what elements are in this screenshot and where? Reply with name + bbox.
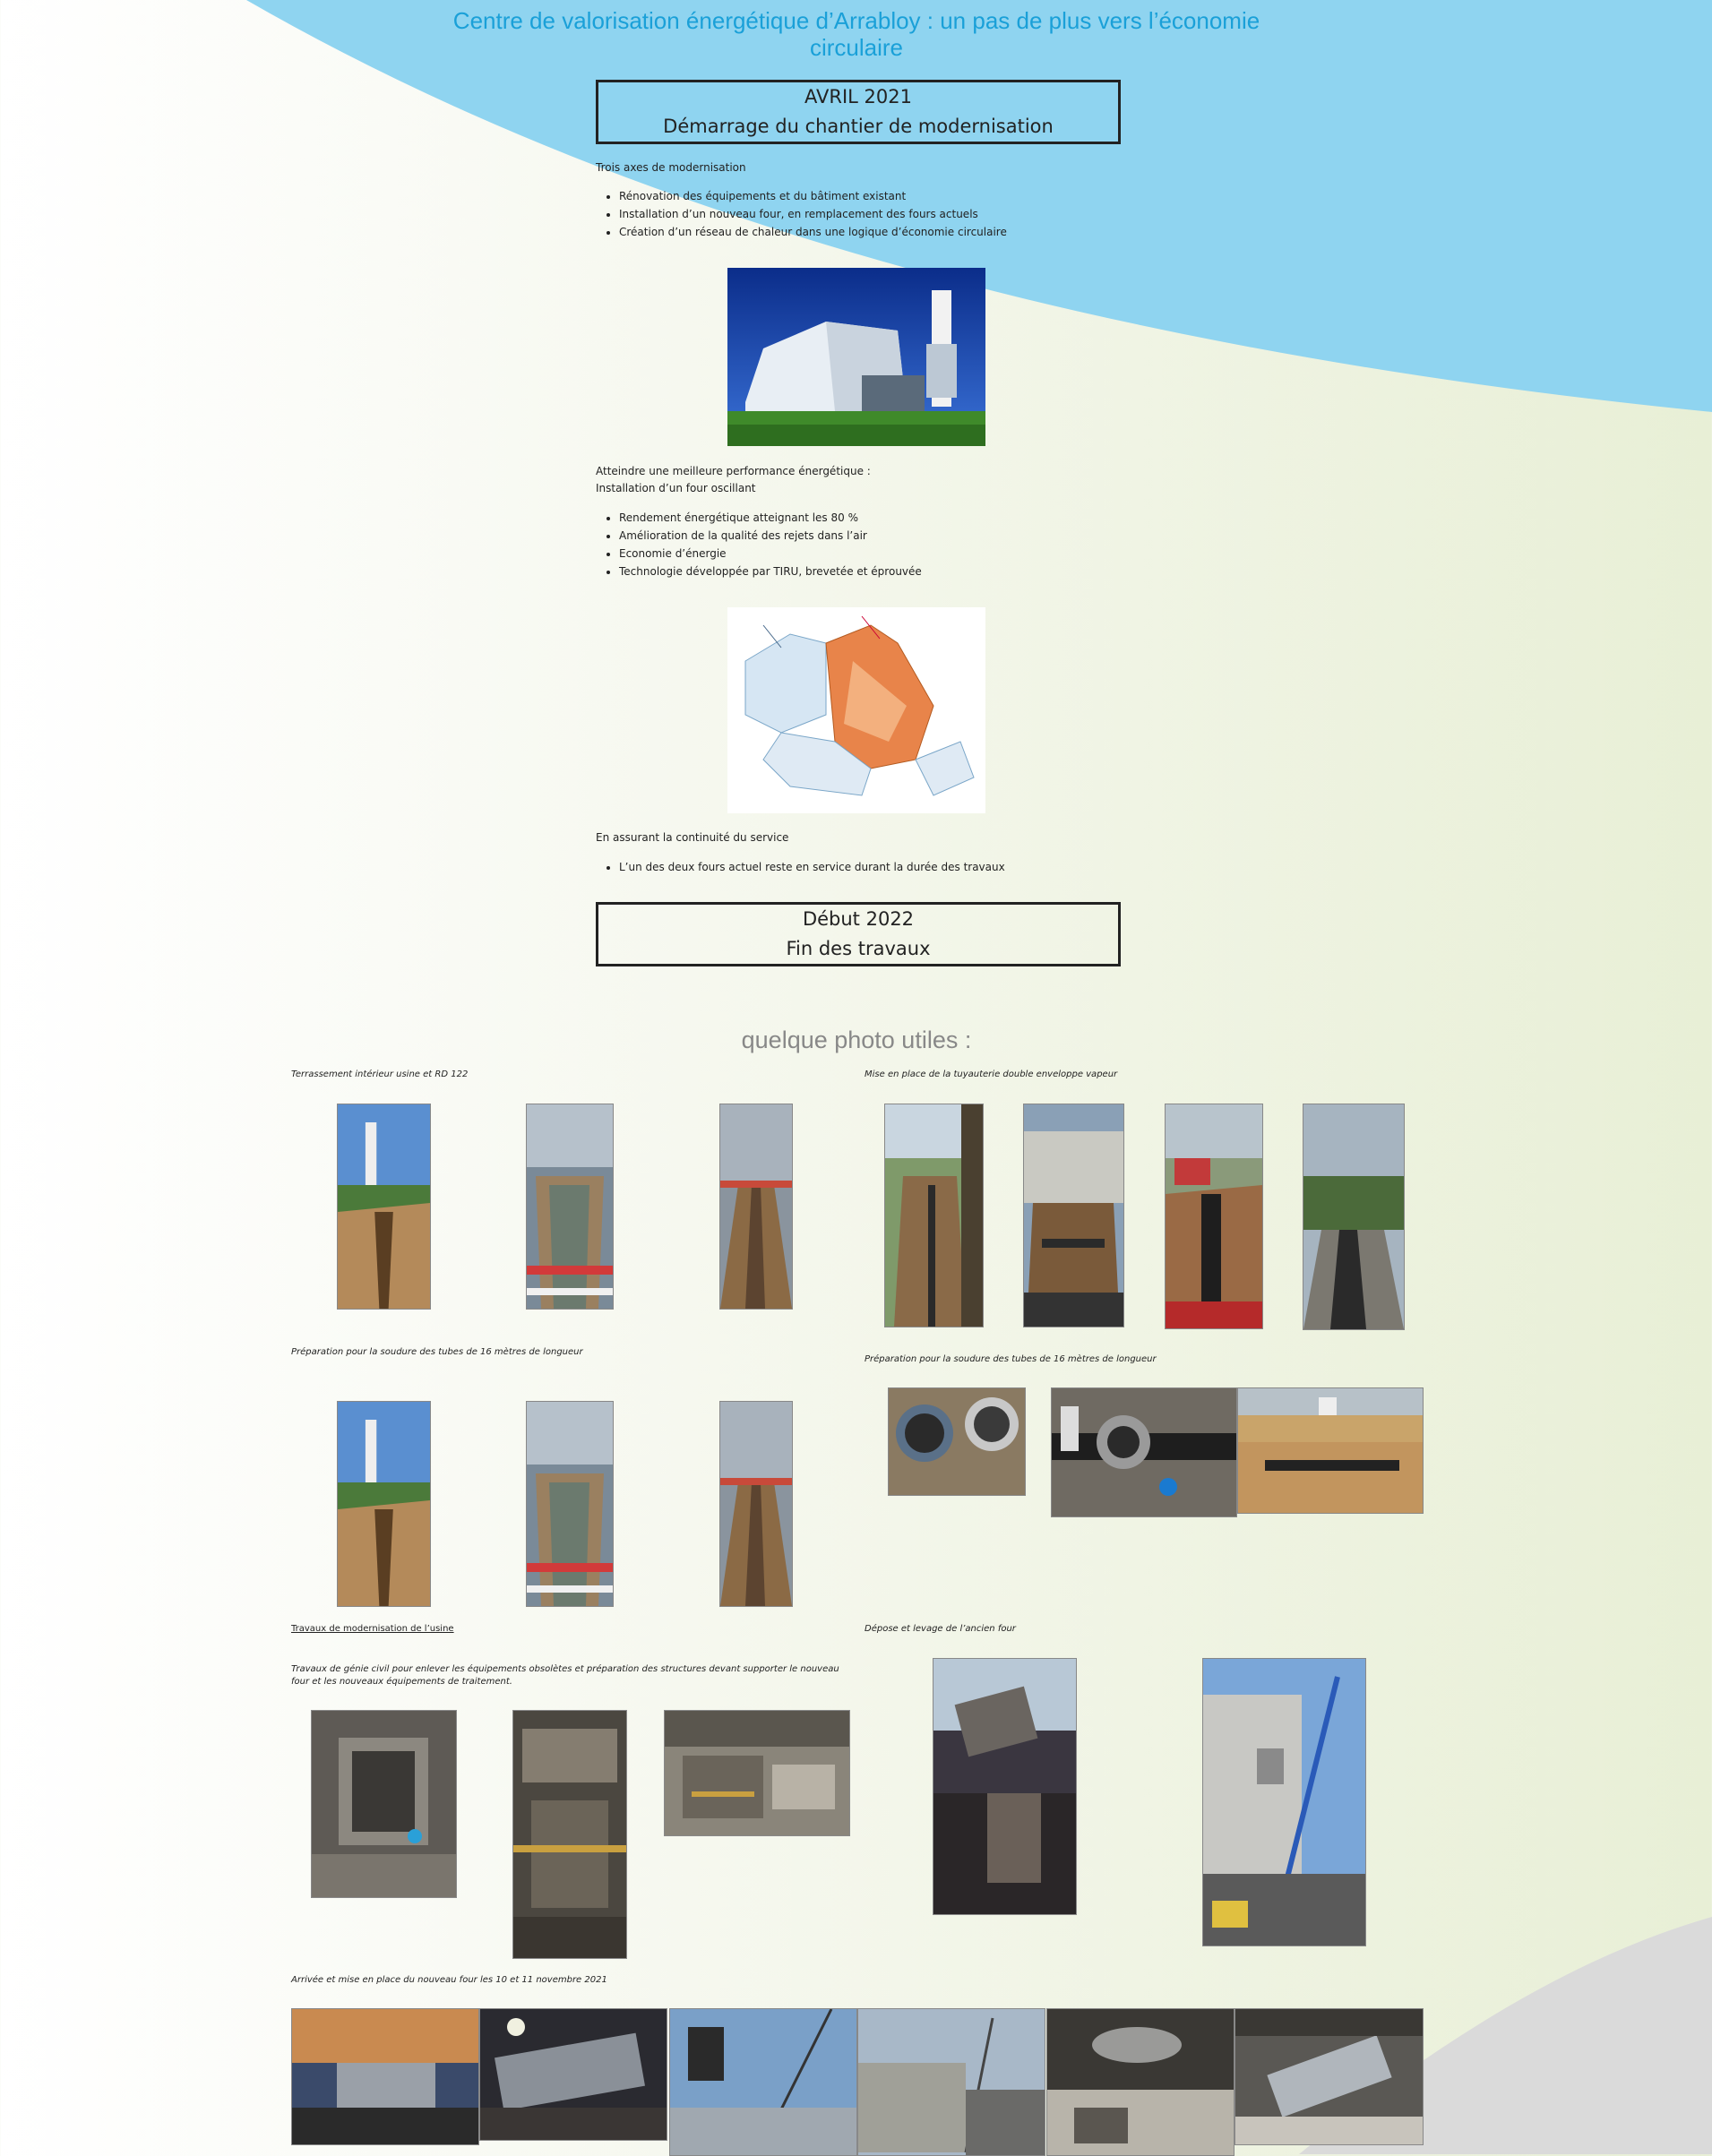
section1-list: Rénovation des équipements et du bâtimen… <box>596 187 1007 241</box>
furnace-diagram <box>727 607 985 813</box>
photos-heading: quelque photo utiles : <box>741 1026 972 1053</box>
photo-pipe-4 <box>1303 1104 1405 1330</box>
photo-trench-1b <box>337 1401 431 1607</box>
photo-arrivee-3 <box>669 2008 857 2156</box>
list-item: Economie d’énergie <box>619 545 922 563</box>
photo-trench-2 <box>526 1104 614 1310</box>
photo-weld-3 <box>1237 1387 1424 1514</box>
date-box-start: AVRIL 2021 Démarrage du chantier de mode… <box>596 80 1121 144</box>
list-item: Amélioration de la qualité des rejets da… <box>619 527 922 545</box>
photo-weld-2 <box>1051 1387 1237 1517</box>
photo-depose-2 <box>1202 1658 1366 1946</box>
photo-arrivee-4 <box>857 2008 1045 2156</box>
photo-trench-1 <box>337 1104 431 1310</box>
caption-depose: Dépose et levage de l’ancien four <box>865 1624 1016 1634</box>
list-item: L’un des deux fours actuel reste en serv… <box>619 858 1005 876</box>
section2-subheading: Installation d’un four oscillant <box>596 482 756 494</box>
photo-arrivee-5 <box>1046 2008 1235 2156</box>
section2-list: Rendement énergétique atteignant les 80 … <box>596 509 922 580</box>
list-item: Installation d’un nouveau four, en rempl… <box>619 205 1007 223</box>
date-box-end: Début 2022 Fin des travaux <box>596 902 1121 966</box>
caption-soudure-left: Préparation pour la soudure des tubes de… <box>291 1347 583 1357</box>
section3-list: L’un des deux fours actuel reste en serv… <box>596 858 1005 876</box>
page: Centre de valorisation énergétique d’Arr… <box>0 0 1712 2156</box>
photo-pipe-1 <box>884 1104 984 1327</box>
photo-interior-1 <box>311 1710 457 1898</box>
list-item: Création d’un réseau de chaleur dans une… <box>619 223 1007 241</box>
photo-arrivee-6 <box>1235 2008 1424 2145</box>
caption-tuyauterie: Mise en place de la tuyauterie double en… <box>865 1069 1118 1079</box>
caption-travaux-title: Travaux de modernisation de l’usine <box>291 1624 454 1634</box>
photo-interior-3 <box>664 1710 850 1836</box>
photo-interior-2 <box>512 1710 627 1959</box>
section1-heading: Trois axes de modernisation <box>596 161 746 174</box>
section2-heading: Atteindre une meilleure performance éner… <box>596 465 871 477</box>
photo-pipe-3 <box>1165 1104 1263 1329</box>
photo-trench-3b <box>719 1401 793 1607</box>
plant-photo <box>727 268 985 446</box>
list-item: Rénovation des équipements et du bâtimen… <box>619 187 1007 205</box>
caption-arrivee: Arrivée et mise en place du nouveau four… <box>291 1975 607 1985</box>
caption-travaux-desc: Travaux de génie civil pour enlever les … <box>291 1664 839 1687</box>
date-box-start-line1: AVRIL 2021 <box>804 86 912 107</box>
page-title: Centre de valorisation énergétique d’Arr… <box>452 7 1260 61</box>
photo-pipe-2 <box>1023 1104 1124 1327</box>
photo-weld-1 <box>888 1387 1026 1496</box>
photo-trench-3 <box>719 1104 793 1310</box>
caption-terrassement: Terrassement intérieur usine et RD 122 <box>291 1069 469 1079</box>
caption-soudure-right: Préparation pour la soudure des tubes de… <box>865 1354 1157 1364</box>
date-box-start-line2: Démarrage du chantier de modernisation <box>663 116 1054 137</box>
date-box-end-line2: Fin des travaux <box>786 938 931 959</box>
photo-trench-2b <box>526 1401 614 1607</box>
photo-arrivee-2 <box>479 2008 667 2141</box>
photo-arrivee-1 <box>291 2008 479 2145</box>
photo-depose-1 <box>933 1658 1077 1915</box>
date-box-end-line1: Début 2022 <box>802 908 915 930</box>
list-item: Rendement énergétique atteignant les 80 … <box>619 509 922 527</box>
section3-heading: En assurant la continuité du service <box>596 831 789 844</box>
list-item: Technologie développée par TIRU, breveté… <box>619 563 922 580</box>
